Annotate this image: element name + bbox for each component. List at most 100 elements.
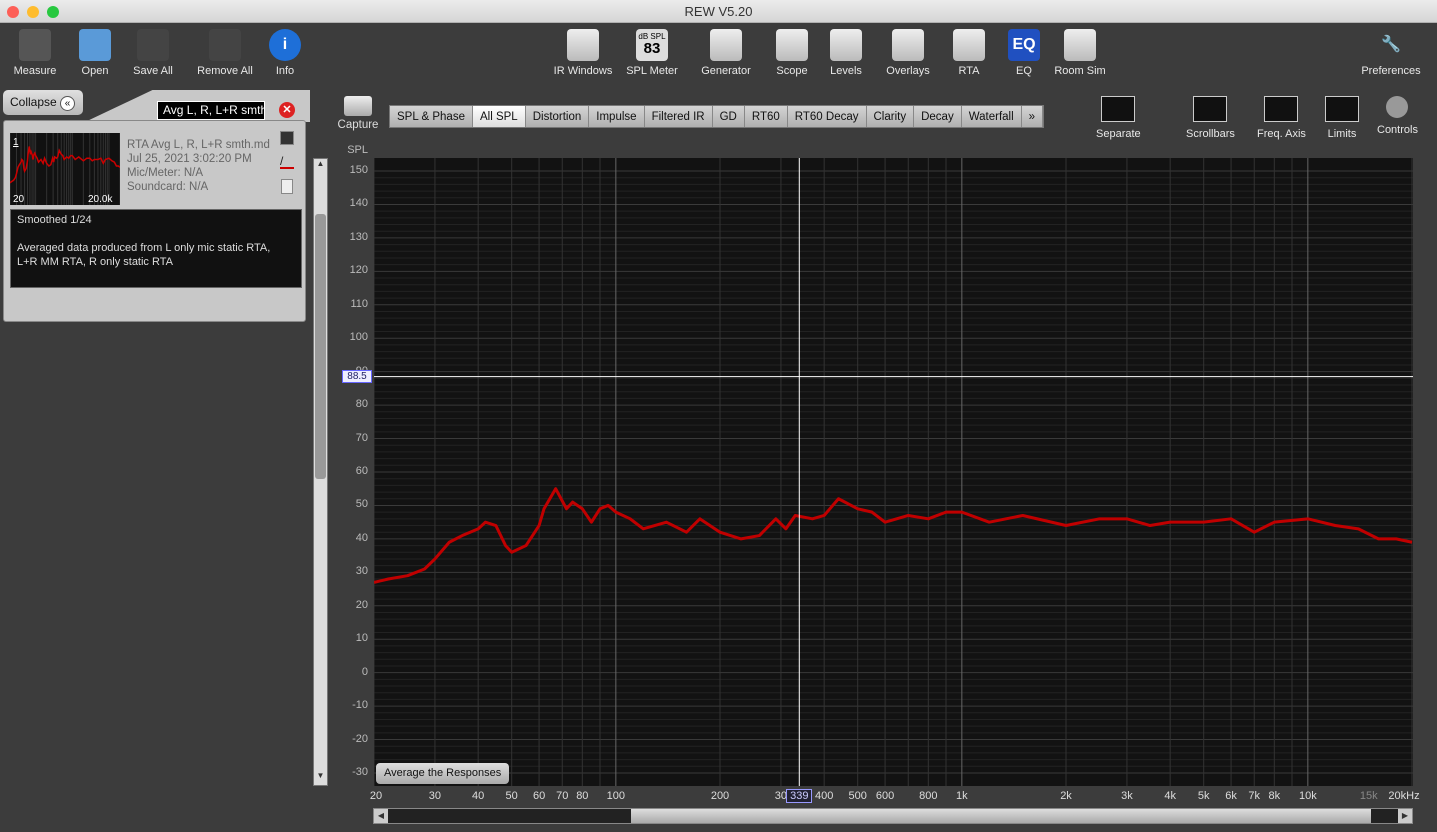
- limits-button[interactable]: Limits: [1325, 96, 1359, 140]
- vertical-scrollbar[interactable]: ▲ ▼: [313, 158, 328, 786]
- toolbar-info-button[interactable]: i Info: [250, 29, 320, 77]
- x-tick-label: 70: [556, 790, 569, 802]
- thumb-xmin: 20: [13, 194, 25, 205]
- title-bar: REW V5.20: [0, 0, 1437, 23]
- room-sim-icon: [1064, 29, 1096, 61]
- y-tick-label: 130: [349, 230, 368, 243]
- x-tick-label: 20: [369, 790, 383, 802]
- y-tick-label: 10: [355, 632, 368, 645]
- tab-spl-phase[interactable]: SPL & Phase: [390, 106, 473, 127]
- toolbar-label: RTA: [958, 65, 980, 77]
- toolbar-label: Open: [81, 65, 109, 77]
- x-tick-label: 20kHz: [1388, 790, 1420, 802]
- measurement-thumbnail[interactable]: 1 20 20.0k: [10, 133, 120, 205]
- tab-gd[interactable]: GD: [712, 106, 745, 127]
- y-axis-label: SPL: [347, 144, 368, 156]
- scrollbars-icon: [1193, 96, 1228, 122]
- camera-icon: [344, 96, 372, 116]
- main-toolbar: Measure Open Save All Remove All i Info IR Win…: [0, 23, 1437, 90]
- spl-chart[interactable]: [374, 158, 1413, 786]
- y-tick-label: 30: [355, 565, 368, 578]
- notes-icon[interactable]: [281, 179, 293, 194]
- toolbar-label: Info: [275, 65, 295, 77]
- tab-all-spl[interactable]: All SPL: [472, 106, 526, 127]
- freq-axis-button[interactable]: Freq. Axis: [1257, 96, 1306, 140]
- toolbar-label: EQ: [1016, 65, 1032, 77]
- horizontal-scrollbar[interactable]: ◀ ▶: [373, 808, 1413, 824]
- toolbar-generator-button[interactable]: Generator: [691, 29, 761, 77]
- controls-icon: [1386, 96, 1409, 118]
- spl-meter-icon: dB SPL 83: [636, 29, 668, 61]
- toolbar-label: Generator: [701, 65, 751, 77]
- x-tick-label: 500: [848, 790, 867, 802]
- controls-button[interactable]: Controls: [1377, 96, 1418, 136]
- y-tick-label: -10: [352, 699, 368, 712]
- pen-icon[interactable]: /: [280, 155, 294, 169]
- toolbar-room-sim-button[interactable]: Room Sim: [1045, 29, 1115, 77]
- y-tick-label: 140: [349, 197, 368, 210]
- y-tick-label: -30: [352, 766, 368, 778]
- horizontal-scrollbar-thumb[interactable]: [631, 809, 1371, 823]
- levels-icon: [830, 29, 862, 61]
- tab-rt60-decay[interactable]: RT60 Decay: [787, 106, 867, 127]
- x-tick-label: 4k: [1164, 790, 1176, 802]
- soundcard: Soundcard: N/A: [127, 181, 209, 193]
- x-tick-label: 400: [814, 790, 834, 802]
- remove-measurement-icon[interactable]: ✕: [279, 102, 295, 118]
- x-tick-label: 6k: [1225, 790, 1237, 802]
- tab-distortion[interactable]: Distortion: [525, 106, 590, 127]
- zoom-window-button[interactable]: [47, 6, 59, 18]
- tab-rt60[interactable]: RT60: [744, 106, 788, 127]
- scroll-right-arrow-icon[interactable]: ▶: [1398, 809, 1412, 823]
- tab-decay[interactable]: Decay: [914, 106, 962, 127]
- x-tick-label: 200: [710, 790, 730, 802]
- measurement-panel: 1 20 20.0k RTA Avg L, R, L+R smth.mdat J…: [3, 120, 306, 322]
- scrollbars-button[interactable]: Scrollbars: [1186, 96, 1235, 140]
- tab-filtered-ir[interactable]: Filtered IR: [644, 106, 713, 127]
- close-window-button[interactable]: [7, 6, 19, 18]
- toolbar-label: Remove All: [197, 65, 253, 77]
- collapse-button[interactable]: Collapse «: [3, 90, 83, 115]
- y-tick-label: 60: [355, 465, 368, 477]
- tool-label: Limits: [1327, 128, 1357, 140]
- separate-button[interactable]: Separate: [1096, 96, 1141, 140]
- x-tick-label: 3k: [1121, 790, 1133, 802]
- toolbar-overlays-button[interactable]: Overlays: [873, 29, 943, 77]
- generator-icon: [710, 29, 742, 61]
- info-icon: i: [269, 29, 301, 61]
- toolbar-label: Overlays: [886, 65, 930, 77]
- wrench-icon: 🔧: [1381, 36, 1401, 53]
- tab--[interactable]: »: [1021, 106, 1044, 127]
- y-tick-label: 150: [349, 164, 368, 176]
- y-tick-label: 110: [350, 297, 368, 310]
- scroll-down-arrow-icon[interactable]: ▼: [314, 771, 327, 785]
- notes-line: Averaged data produced from L only mic s…: [17, 242, 271, 254]
- save-measurement-icon[interactable]: [280, 131, 294, 145]
- x-tick-label: 60: [532, 790, 546, 802]
- tab-clarity[interactable]: Clarity: [866, 106, 915, 127]
- toolbar-spl-meter-button[interactable]: dB SPL 83 SPL Meter: [617, 29, 687, 77]
- scroll-up-arrow-icon[interactable]: ▲: [314, 159, 327, 173]
- x-tick-label: 80: [576, 790, 589, 802]
- toolbar-ir-windows-button[interactable]: IR Windows: [548, 29, 618, 77]
- minimize-window-button[interactable]: [27, 6, 39, 18]
- tool-label: Freq. Axis: [1257, 128, 1306, 140]
- scrollbar-thumb[interactable]: [315, 214, 326, 479]
- tab-waterfall[interactable]: Waterfall: [961, 106, 1022, 127]
- notes-line: L+R MM RTA, R only static RTA: [17, 256, 173, 268]
- scroll-left-arrow-icon[interactable]: ◀: [374, 809, 388, 823]
- measurement-name-input[interactable]: Avg L, R, L+R smth: [157, 101, 265, 120]
- eq-icon: EQ: [1008, 29, 1040, 61]
- average-responses-button[interactable]: Average the Responses: [376, 763, 510, 784]
- notes-area[interactable]: Smoothed 1/24 Averaged data produced fro…: [10, 209, 302, 288]
- toolbar-label: Preferences: [1361, 65, 1421, 77]
- toolbar-label: Save All: [133, 65, 173, 77]
- toolbar-levels-button[interactable]: Levels: [811, 29, 881, 77]
- tab-impulse[interactable]: Impulse: [589, 106, 645, 127]
- toolbar-save-all-button[interactable]: Save All: [118, 29, 188, 77]
- preferences-button[interactable]: 🔧 Preferences: [1356, 29, 1426, 77]
- folder-icon: [79, 29, 111, 61]
- save-all-icon: [137, 29, 169, 61]
- freq-axis-icon: [1264, 96, 1299, 122]
- capture-button[interactable]: Capture: [336, 96, 380, 131]
